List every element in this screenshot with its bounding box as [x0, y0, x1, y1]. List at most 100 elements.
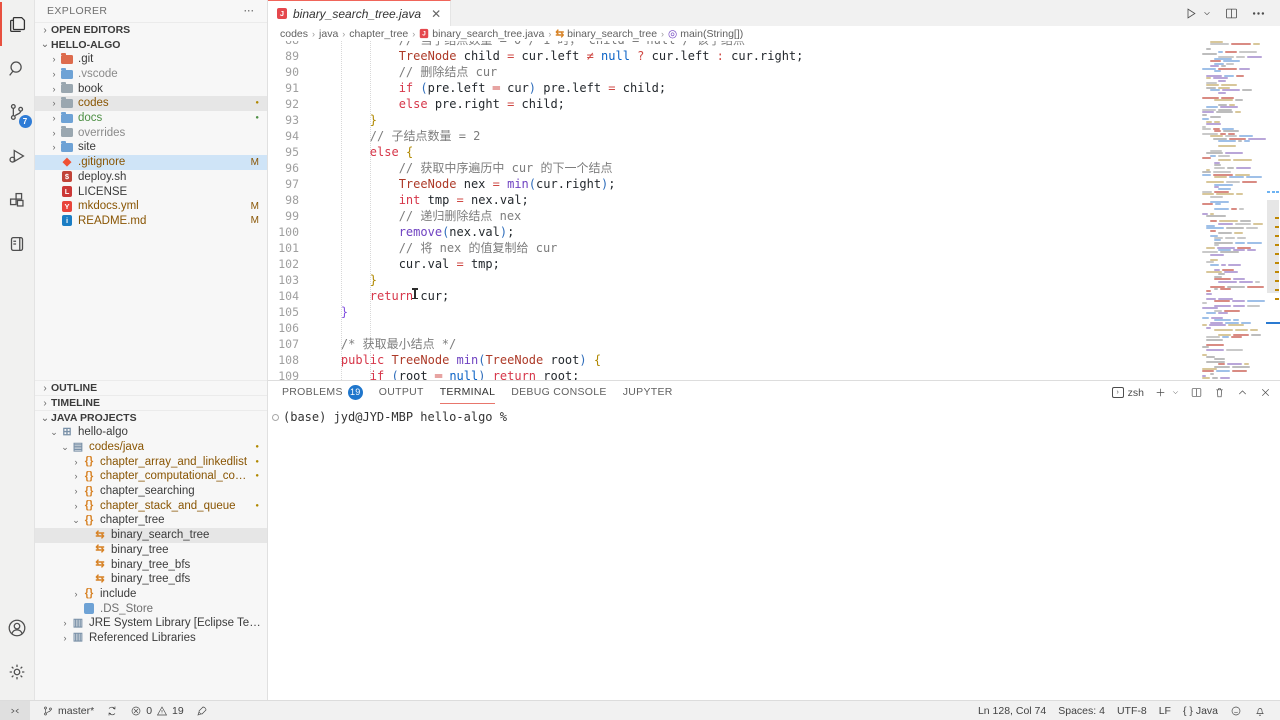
search-icon[interactable] — [0, 46, 35, 90]
code-line-88[interactable]: 88 // 当子结点数量 = 0 / 1 时， child = null / 该… — [268, 41, 1194, 48]
code-line-89[interactable]: 89 TreeNode child = cur.left ≠ null ? cu… — [268, 48, 1194, 64]
status-feedback[interactable] — [1224, 701, 1248, 720]
tree-item-deploy-sh[interactable]: $deploy.sh — [35, 170, 267, 185]
tree-item--git[interactable]: ›.git — [35, 52, 267, 67]
code-line-100[interactable]: 100 remove(nex.val); — [268, 224, 1194, 240]
section-workspace[interactable]: ⌄HELLO-ALGO — [35, 37, 267, 52]
run-debug-icon[interactable] — [0, 134, 35, 178]
tree-item-mkdocs-yml[interactable]: Ymkdocs.ymlM — [35, 199, 267, 214]
tree-item-chapter-computational-complexity[interactable]: ›{}chapter_computational_complexity● — [35, 469, 267, 484]
split-editor-icon[interactable] — [1224, 6, 1239, 21]
code-line-107[interactable]: 107 /* 获取最小结点 */ — [268, 336, 1194, 352]
tree-item-codes-java[interactable]: ⌄▤codes/java● — [35, 440, 267, 455]
tree-item-binary-tree-dfs[interactable]: ⇆binary_tree_dfs — [35, 572, 267, 587]
code-line-106[interactable]: 106 — [268, 320, 1194, 336]
code-line-102[interactable]: 102 cur.val = tmp; — [268, 256, 1194, 272]
code-line-105[interactable]: 105 } — [268, 304, 1194, 320]
rocket-status-icon[interactable] — [190, 701, 214, 720]
notebook-icon[interactable] — [0, 222, 35, 266]
breadcrumb-item[interactable]: ⇆binary_search_tree — [555, 28, 657, 40]
tree-item--ds-store[interactable]: .DS_Store — [35, 601, 267, 616]
split-terminal-icon[interactable] — [1190, 386, 1203, 399]
tree-item-license[interactable]: LLICENSE — [35, 184, 267, 199]
code-line-103[interactable]: 103 } — [268, 272, 1194, 288]
status-notifications[interactable] — [1248, 701, 1272, 720]
panel-tab-jupyter[interactable]: JUPYTER — [623, 381, 673, 404]
status-language-mode[interactable]: { } Java — [1177, 701, 1224, 720]
code-line-96[interactable]: 96 // 获取中序遍历中 cur 的下一个结点 — [268, 160, 1194, 176]
breadcrumb-item[interactable]: chapter_tree — [349, 28, 408, 40]
git-branch-status[interactable]: master* — [36, 701, 100, 720]
tree-item-chapter-stack-and-queue[interactable]: ›{}chapter_stack_and_queue● — [35, 498, 267, 513]
explorer-more-actions[interactable]: ⋯ — [244, 5, 256, 17]
shell-picker[interactable]: › zsh — [1112, 387, 1144, 399]
panel-tab-problems[interactable]: PROBLEMS19 — [282, 381, 363, 404]
sync-status[interactable] — [100, 701, 124, 720]
tree-item-chapter-tree[interactable]: ⌄{}chapter_tree — [35, 513, 267, 528]
section-java-projects[interactable]: ⌄JAVA PROJECTS — [35, 410, 267, 425]
code-line-98[interactable]: 98 int tmp = nex.val; — [268, 192, 1194, 208]
problems-status[interactable]: 0 19 — [124, 701, 190, 720]
explorer-icon[interactable] — [0, 2, 35, 46]
section-outline[interactable]: ›OUTLINE — [35, 380, 267, 395]
tree-item-chapter-searching[interactable]: ›{}chapter_searching — [35, 484, 267, 499]
tree-item-codes[interactable]: ›codes● — [35, 96, 267, 111]
more-actions-icon[interactable] — [1251, 6, 1266, 21]
tree-item-binary-tree[interactable]: ⇆binary_tree — [35, 543, 267, 558]
code-line-97[interactable]: 97 TreeNode nex = min(cur.right); — [268, 176, 1194, 192]
status-eol[interactable]: LF — [1153, 701, 1177, 720]
tab-close-icon[interactable]: ✕ — [431, 7, 441, 21]
tree-item-docs[interactable]: ›docs● — [35, 111, 267, 126]
settings-gear-icon[interactable] — [0, 650, 35, 694]
breadcrumb-item[interactable]: Jbinary_search_tree.java — [419, 28, 544, 40]
panel-tab-debug-console[interactable]: DEBUG CONSOLE — [511, 381, 607, 404]
tree-item-binary-search-tree[interactable]: ⇆binary_search_tree — [35, 528, 267, 543]
new-terminal-icon[interactable] — [1154, 386, 1167, 399]
extensions-icon[interactable] — [0, 178, 35, 222]
section-open-editors[interactable]: ›OPEN EDITORS — [35, 22, 267, 37]
tree-item-chapter-array-and-linkedlist[interactable]: ›{}chapter_array_and_linkedlist● — [35, 454, 267, 469]
status-encoding[interactable]: UTF-8 — [1111, 701, 1153, 720]
maximize-panel-icon[interactable] — [1236, 386, 1249, 399]
tree-item-book[interactable]: ›book — [35, 81, 267, 96]
remote-indicator[interactable] — [0, 701, 30, 720]
tab-binary-search-tree[interactable]: J binary_search_tree.java ✕ — [268, 0, 451, 26]
section-timeline[interactable]: ›TIMELINE — [35, 395, 267, 410]
tree-item-overrides[interactable]: ›overrides — [35, 125, 267, 140]
code-line-104[interactable]: 104 return cur; — [268, 288, 1194, 304]
code-line-101[interactable]: 101 // 将 nex 的值复制给 cur — [268, 240, 1194, 256]
run-dropdown-icon[interactable] — [1202, 6, 1212, 21]
tree-item-binary-tree-bfs[interactable]: ⇆binary_tree_bfs — [35, 557, 267, 572]
panel-tab-terminal[interactable]: TERMINAL — [440, 381, 496, 404]
terminal-dropdown-icon[interactable] — [1171, 386, 1180, 399]
kill-terminal-icon[interactable] — [1213, 386, 1226, 399]
tree-item-jre-system-library-eclipse-temurin-17-17-[interactable]: ›▥JRE System Library [Eclipse Temurin 17… — [35, 616, 267, 631]
code-line-94[interactable]: 94 // 子结点数量 = 2 — [268, 128, 1194, 144]
tree-item--gitignore[interactable]: ◆.gitignoreM — [35, 155, 267, 170]
breadcrumb-item[interactable]: codes — [280, 28, 308, 40]
minimap[interactable] — [1196, 41, 1266, 380]
tree-item-readme-md[interactable]: iREADME.mdM — [35, 214, 267, 229]
close-panel-icon[interactable] — [1259, 386, 1272, 399]
run-button[interactable] — [1183, 6, 1198, 21]
tree-item-referenced-libraries[interactable]: ›▥Referenced Libraries — [35, 631, 267, 646]
code-line-92[interactable]: 92 else pre.right = child; — [268, 96, 1194, 112]
code-editor[interactable]: 88 // 当子结点数量 = 0 / 1 时， child = null / 该… — [268, 41, 1280, 380]
code-line-90[interactable]: 90 // 删除结点 cur — [268, 64, 1194, 80]
tree-item-hello-algo[interactable]: ⌄⊞hello-algo — [35, 425, 267, 440]
panel-tab-output[interactable]: OUTPUT — [379, 381, 424, 404]
code-line-93[interactable]: 93 } — [268, 112, 1194, 128]
tree-item-site[interactable]: ›site — [35, 140, 267, 155]
breadcrumb-item[interactable]: java — [319, 28, 338, 40]
breadcrumb-item[interactable]: ◎main(String[]) — [668, 28, 743, 40]
status-indentation[interactable]: Spaces: 4 — [1052, 701, 1111, 720]
account-icon[interactable] — [0, 606, 35, 650]
code-line-99[interactable]: 99 // 递归删除结点 nex — [268, 208, 1194, 224]
code-line-91[interactable]: 91 if (pre.left ═ cur) pre.left = child; — [268, 80, 1194, 96]
code-line-95[interactable]: 95 else { — [268, 144, 1194, 160]
terminal-output[interactable]: (base) jyd@JYD-MBP hello-algo % — [268, 404, 1280, 700]
tree-item-include[interactable]: ›{}include — [35, 587, 267, 602]
code-line-108[interactable]: 108 public TreeNode min(TreeNode root) { — [268, 352, 1194, 368]
source-control-icon[interactable]: 7 — [0, 90, 35, 134]
overview-ruler[interactable] — [1266, 41, 1280, 380]
